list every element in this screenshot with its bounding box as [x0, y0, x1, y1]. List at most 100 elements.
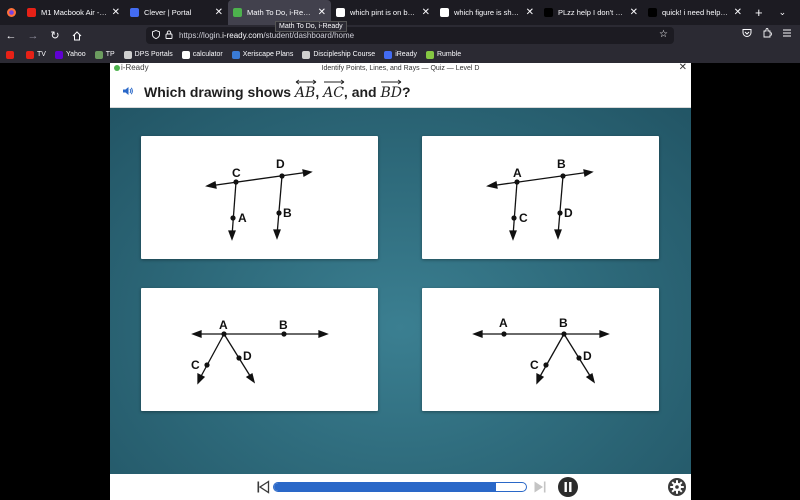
url-domain: i-ready.com: [222, 31, 264, 40]
answer-option-2[interactable]: A B C D: [422, 136, 659, 259]
tab-title: Clever | Portal: [144, 8, 192, 17]
bookmark-item[interactable]: Rumble: [425, 50, 461, 59]
forward-arrow-icon[interactable]: →: [22, 30, 44, 42]
point-label: B: [557, 157, 566, 171]
answer-option-4[interactable]: A B C D: [422, 288, 659, 411]
extensions-icon[interactable]: [762, 28, 773, 41]
bookmark-item[interactable]: TV: [26, 50, 46, 59]
progress-fill: [274, 483, 496, 491]
point-label: B: [559, 316, 568, 330]
close-icon[interactable]: ✕: [679, 62, 687, 73]
segment-label-ray: AC: [323, 79, 345, 101]
point-b: [560, 173, 566, 179]
tab-close-icon[interactable]: ✕: [112, 7, 120, 18]
bookmark-star-icon[interactable]: ☆: [659, 29, 668, 40]
tab-close-icon[interactable]: ✕: [734, 7, 742, 18]
ray-db: [276, 175, 283, 236]
youtube-icon: [27, 8, 36, 17]
bookmark-item[interactable]: TP: [94, 50, 115, 59]
tab[interactable]: M1 Macbook Air - How To ✕: [22, 0, 125, 25]
bookmark-item[interactable]: Discipleship Course: [302, 50, 376, 59]
bookmark-label: Xeriscape Plans: [242, 51, 294, 58]
arrowhead: [197, 372, 206, 385]
tab-close-icon[interactable]: ✕: [215, 7, 223, 18]
pocket-icon[interactable]: [742, 28, 752, 41]
speaker-icon[interactable]: [122, 85, 134, 97]
firefox-view-icon[interactable]: [0, 0, 22, 25]
tab-list: M1 Macbook Air - How To ✕ Clever | Portal ✕…: [22, 0, 747, 25]
answer-option-1[interactable]: C D A B: [141, 136, 378, 259]
iready-icon: [233, 8, 242, 17]
tab[interactable]: PLzz help I don't not get ✕: [539, 0, 643, 25]
bookmark-icon: [231, 50, 240, 59]
point-d: [557, 210, 563, 216]
tab-title: Math To Do, i-Ready: [247, 8, 314, 17]
home-icon[interactable]: [66, 30, 88, 41]
arrowhead: [472, 330, 483, 338]
tab[interactable]: Clever | Portal ✕: [125, 0, 228, 25]
tab-close-icon[interactable]: ✕: [422, 7, 430, 18]
clever-icon: [130, 8, 139, 17]
ray-bd: [557, 175, 564, 236]
tab-close-icon[interactable]: ✕: [318, 7, 326, 18]
bookmark-label: Yahoo: [65, 51, 86, 58]
point-a: [230, 215, 236, 221]
lock-icon[interactable]: [165, 30, 173, 41]
point-label: C: [232, 166, 241, 180]
youtube-icon: [26, 50, 34, 59]
browser-navbar: ← → ↻ https://login. i-ready.com/student/…: [0, 25, 800, 46]
segment-label-ray-2: BD: [380, 79, 402, 101]
tab-title: quick! i need help with th: [662, 8, 730, 17]
arrowhead: [191, 330, 202, 338]
bookmark-item[interactable]: [6, 50, 17, 59]
settings-gear-icon[interactable]: [667, 477, 687, 497]
tab[interactable]: quick! i need help with th ✕: [643, 0, 747, 25]
option-3-drawing: A B C D: [191, 318, 329, 385]
pause-button[interactable]: [558, 477, 578, 497]
answer-area: C D A B A B C D A B C D A B C D: [110, 108, 691, 474]
bookmark-item[interactable]: iReady: [384, 50, 417, 59]
answer-option-3[interactable]: A B C D: [141, 288, 378, 411]
shield-icon[interactable]: [152, 30, 160, 41]
point-a: [221, 331, 227, 337]
bookmark-label: TV: [37, 51, 46, 58]
quiz-title: Identify Points, Lines, and Rays — Quiz …: [321, 65, 480, 72]
rumble-icon: [425, 50, 434, 59]
point-label: A: [499, 316, 508, 330]
arrowhead: [245, 372, 256, 384]
bookmark-label: Discipleship Course: [313, 51, 376, 58]
bookmark-item[interactable]: DPS Portals: [123, 50, 173, 59]
point-b: [276, 210, 282, 216]
progress-bar: [273, 482, 527, 492]
bookmark-item[interactable]: Xeriscape Plans: [231, 50, 294, 59]
point-a: [501, 331, 507, 337]
point-label: C: [530, 358, 539, 372]
tab[interactable]: which figure is shown in ✕: [435, 0, 539, 25]
point-c: [511, 215, 517, 221]
next-icon[interactable]: [533, 480, 547, 494]
tab-close-icon[interactable]: ✕: [630, 7, 638, 18]
address-bar[interactable]: https://login. i-ready.com/student/dashbo…: [146, 27, 674, 44]
reload-icon[interactable]: ↻: [44, 29, 66, 42]
brainly-icon: [648, 8, 657, 17]
arrowhead: [554, 229, 562, 240]
previous-icon[interactable]: [256, 480, 270, 494]
separator-2: , and: [343, 84, 381, 100]
point-d: [236, 355, 242, 361]
bookmark-item[interactable]: Yahoo: [54, 50, 86, 59]
point-a: [514, 179, 520, 185]
tab-close-icon[interactable]: ✕: [526, 7, 534, 18]
menu-icon[interactable]: [782, 28, 792, 41]
bookmark-item[interactable]: calculator: [181, 50, 223, 59]
arrowhead: [273, 229, 281, 240]
new-tab-button[interactable]: +: [755, 5, 763, 20]
point-label: D: [583, 349, 592, 363]
yahoo-icon: [54, 50, 63, 59]
youtube-icon: [6, 50, 14, 59]
ray-symbol-icon: [324, 79, 345, 85]
back-arrow-icon[interactable]: ←: [0, 30, 22, 42]
point-c: [204, 362, 210, 368]
tab-title: PLzz help I don't not get: [558, 8, 626, 17]
arrowhead: [486, 181, 498, 189]
list-all-tabs-icon[interactable]: ⌄: [779, 7, 787, 18]
